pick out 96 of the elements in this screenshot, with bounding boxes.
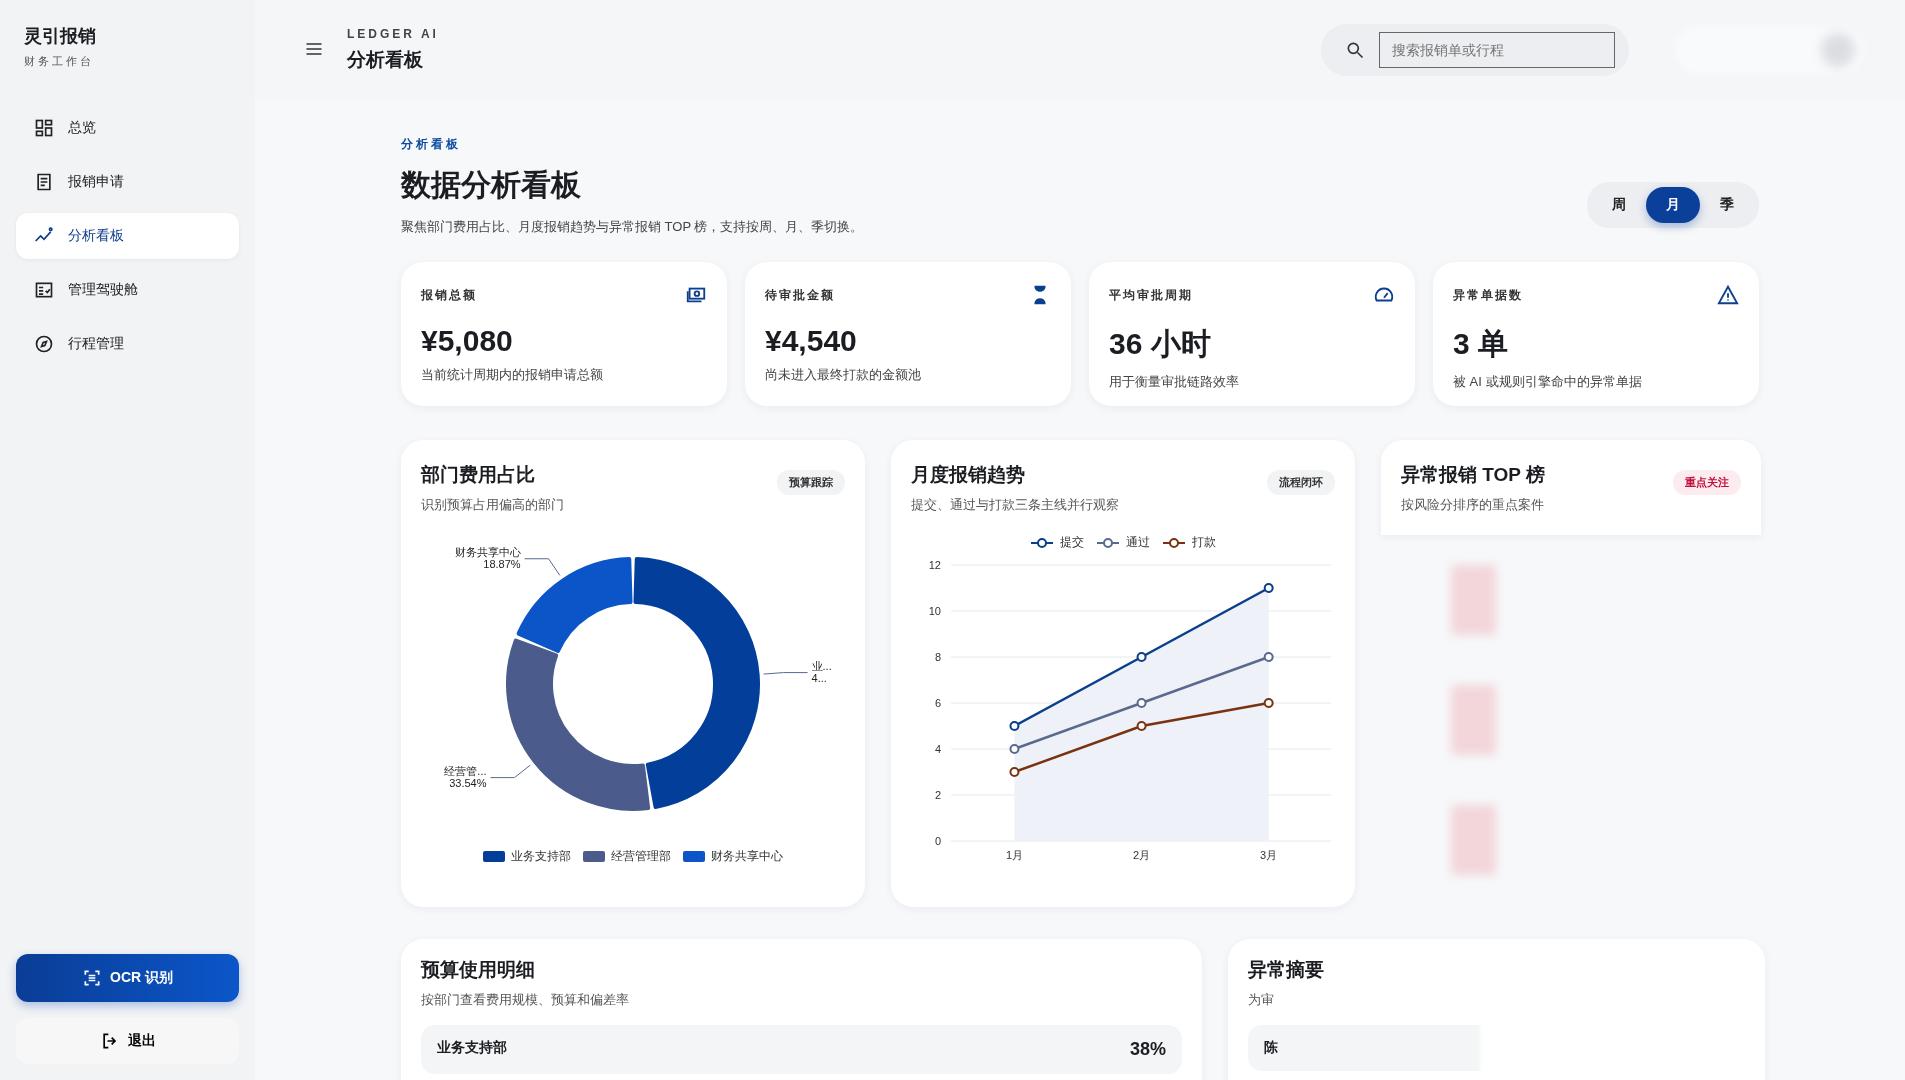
card-title: 预算使用明细: [421, 958, 536, 982]
period-option[interactable]: 周: [1592, 187, 1646, 223]
kpi-note: 用于衡量审批链路效率: [1109, 373, 1240, 391]
y-tick-label: 4: [934, 743, 941, 755]
legend-marker-icon: [1096, 536, 1120, 549]
card-title: 月度报销趋势: [911, 463, 1026, 487]
scan-icon: [82, 968, 102, 988]
slice-value: 4...: [811, 671, 827, 684]
kpi-note: 尚未进入最终打款的金额池: [765, 366, 922, 384]
x-tick-label: 1月: [1005, 849, 1023, 861]
slice-value: 18.87%: [483, 557, 521, 570]
logout-button[interactable]: 退出: [16, 1018, 239, 1064]
legend-label: 经营管理部: [611, 848, 671, 865]
grid-icon: [34, 118, 54, 138]
x-tick-label: 2月: [1133, 849, 1151, 861]
data-point: [1136, 652, 1147, 662]
period-option[interactable]: 月: [1646, 187, 1700, 223]
kpi-value: ¥4,540: [765, 324, 858, 358]
card-subtitle: 按风险分排序的重点案件: [1401, 496, 1545, 514]
sidebar-item[interactable]: 分析看板: [16, 213, 239, 259]
card-tag: 预算跟踪: [777, 470, 845, 495]
page-title: 数据分析看板: [401, 167, 582, 203]
blurred-row: [1451, 805, 1496, 875]
receipt-icon: [34, 172, 54, 192]
slice-value: 33.54%: [449, 776, 487, 789]
page-description: 聚焦部门费用占比、月度报销趋势与异常报销 TOP 榜，支持按周、月、季切换。: [401, 218, 864, 236]
checklist-icon: [34, 280, 54, 300]
legend-label: 通过: [1126, 534, 1150, 551]
blurred-row: [1451, 565, 1496, 635]
slice-label: 经营管...: [444, 764, 487, 777]
data-point: [1009, 721, 1020, 731]
sidebar-item[interactable]: 总览: [16, 105, 239, 151]
header-title: 分析看板: [347, 48, 424, 72]
kpi-note: 当前统计周期内的报销申请总额: [421, 366, 604, 384]
kpi-value: ¥5,080: [421, 324, 514, 358]
data-point: [1009, 744, 1020, 754]
usage-percent: 38%: [1129, 1039, 1166, 1060]
card-tag: 流程闭环: [1267, 470, 1335, 495]
slice-label: 财务共享中心: [454, 545, 521, 558]
sidebar-item[interactable]: 行程管理: [16, 321, 239, 367]
y-tick-label: 12: [928, 559, 941, 571]
legend-marker-icon: [1030, 536, 1054, 549]
legend-swatch: [483, 851, 505, 862]
department-name: 业务支持部: [437, 1039, 507, 1057]
data-point: [1136, 721, 1147, 731]
card-title: 异常报销 TOP 榜: [1401, 463, 1545, 487]
app-subtitle: 财务工作台: [24, 54, 95, 69]
blurred-row: [1451, 685, 1496, 755]
page-eyebrow: 分析看板: [401, 136, 462, 153]
x-tick-label: 3月: [1260, 849, 1278, 861]
kpi-label: 报销总额: [421, 286, 477, 304]
data-point: [1263, 583, 1274, 593]
kpi-note: 被 AI 或规则引擎命中的异常单据: [1453, 373, 1643, 391]
sidebar-item[interactable]: 管理驾驶舱: [16, 267, 239, 313]
y-tick-label: 8: [934, 651, 941, 663]
kpi-label: 平均审批周期: [1109, 286, 1193, 304]
y-tick-label: 2: [934, 789, 941, 801]
y-tick-label: 6: [934, 697, 941, 709]
sidebar-item[interactable]: 报销申请: [16, 159, 239, 205]
search-icon: [1345, 40, 1365, 60]
y-tick-label: 10: [928, 605, 941, 617]
legend-label: 提交: [1060, 534, 1084, 551]
ocr-button[interactable]: OCR 识别: [16, 954, 239, 1002]
header-eyebrow: LEDGER AI: [347, 27, 439, 41]
data-point: [1263, 652, 1274, 662]
kpi-value: 3 单: [1453, 326, 1510, 362]
warning-icon: [1717, 284, 1739, 306]
kpi-value: 36 小时: [1109, 326, 1212, 362]
search-field[interactable]: 搜索报销单或行程: [1379, 32, 1615, 68]
compass-icon: [34, 334, 54, 354]
legend-swatch: [683, 851, 705, 862]
card-subtitle: 提交、通过与打款三条主线并行观察: [911, 496, 1119, 514]
kpi-label: 异常单据数: [1453, 286, 1523, 304]
card-title: 部门费用占比: [421, 463, 536, 487]
data-point: [1009, 767, 1020, 777]
data-point: [1136, 698, 1147, 708]
anomaly-name: 陈: [1264, 1039, 1278, 1057]
legend-marker-icon: [1162, 536, 1186, 549]
data-point: [1263, 698, 1274, 708]
card-subtitle: 按部门查看费用规模、预算和偏差率: [421, 991, 629, 1009]
legend-label: 业务支持部: [511, 848, 571, 865]
kpi-label: 待审批金额: [765, 286, 835, 304]
legend-label: 打款: [1192, 534, 1216, 551]
leader-line: [763, 672, 809, 675]
leader-line: [490, 764, 531, 779]
card-subtitle: 识别预算占用偏高的部门: [421, 496, 564, 514]
slice-label: 业...: [811, 659, 832, 672]
card-subtitle: 为审: [1248, 991, 1274, 1009]
y-tick-label: 0: [934, 835, 941, 847]
period-option[interactable]: 季: [1700, 187, 1754, 223]
card-title: 异常摘要: [1248, 958, 1325, 982]
leader-line: [524, 558, 561, 576]
card-tag: 重点关注: [1673, 470, 1741, 495]
app-brand: 灵引报销: [24, 25, 97, 48]
legend-swatch: [583, 851, 605, 862]
legend-label: 财务共享中心: [711, 848, 783, 865]
